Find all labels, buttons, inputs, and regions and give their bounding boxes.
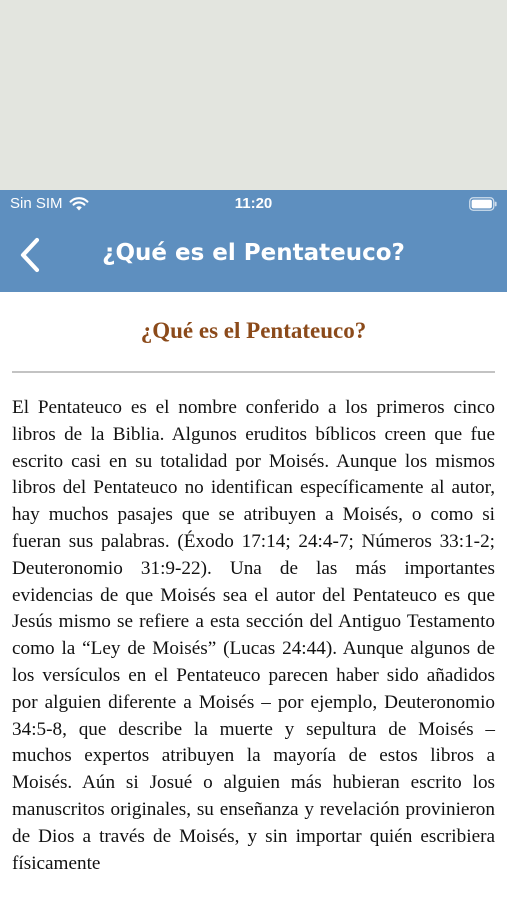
back-button[interactable]: [10, 232, 50, 278]
chevron-left-icon: [20, 237, 40, 273]
article-body: El Pentateuco es el nombre conferido a l…: [12, 397, 495, 874]
article-title: ¿Qué es el Pentateuco?: [140, 318, 367, 343]
navigation-bar: ¿Qué es el Pentateuco?: [0, 218, 507, 292]
status-bar: Sin SIM 11:20: [0, 190, 507, 218]
article-content[interactable]: ¿Qué es el Pentateuco? El Pentateuco es …: [0, 292, 507, 900]
top-blank-area: [0, 0, 507, 190]
battery-icon: [469, 197, 497, 211]
nav-title: ¿Qué es el Pentateuco?: [102, 240, 405, 266]
title-divider: [12, 371, 495, 373]
status-time: 11:20: [234, 195, 273, 212]
app-screen: Sin SIM 11:20 ¿Qué es el Pentateuco? ¿Qu…: [0, 0, 507, 900]
